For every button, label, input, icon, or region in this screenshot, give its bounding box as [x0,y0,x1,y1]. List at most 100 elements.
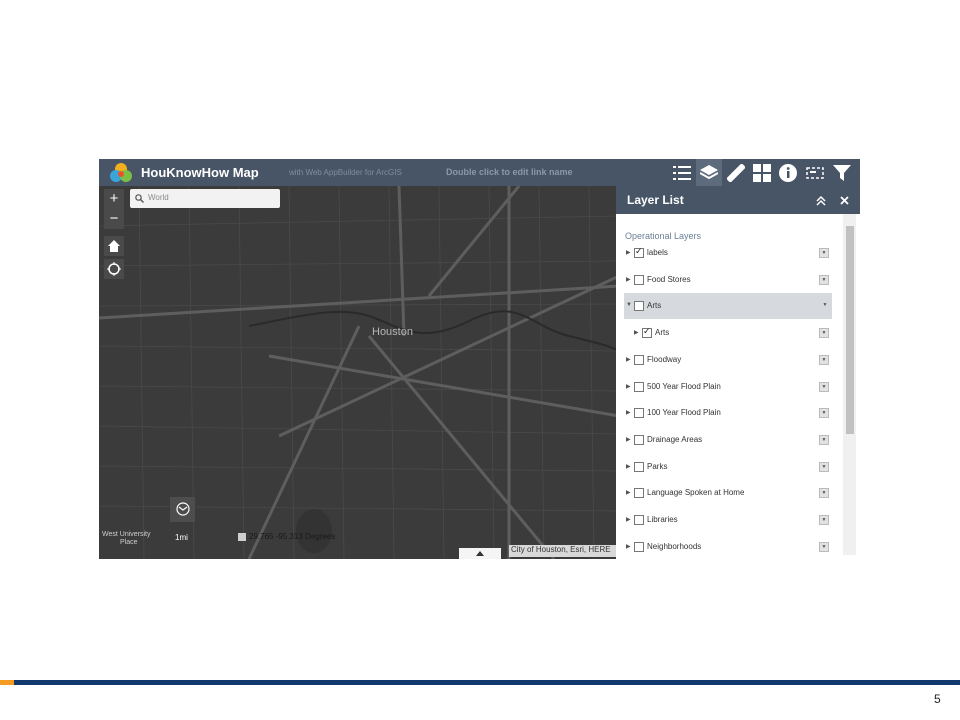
layer-label: Parks [647,461,668,471]
measure-icon [727,163,745,182]
layer-checkbox[interactable] [634,488,644,499]
measurement-tool-button[interactable] [723,159,749,186]
select-tool-button[interactable] [802,159,828,186]
layer-checkbox[interactable]: ✓ [634,246,644,258]
panel-scrollbar[interactable] [843,214,856,555]
layer-menu-icon[interactable]: ▼ [819,381,829,392]
layer-label: Neighborhoods [647,541,702,551]
app-logo-icon [110,163,132,182]
expand-right-icon[interactable]: ▶ [626,489,631,496]
basemap-gallery-button[interactable] [749,159,775,186]
expand-right-icon[interactable]: ▶ [626,356,631,363]
layer-checkbox[interactable] [634,354,644,365]
about-button[interactable] [775,159,801,186]
app-title: HouKnowHow Map [141,165,259,180]
expand-right-icon[interactable]: ▶ [626,463,631,470]
layer-checkbox[interactable] [634,515,644,525]
layer-checkbox[interactable] [634,274,644,285]
zoom-out-button[interactable]: − [104,209,124,229]
layer-label: 500 Year Flood Plain [647,381,721,391]
expand-right-icon[interactable]: ▶ [626,409,631,416]
expand-right-icon[interactable]: ▶ [626,249,631,256]
my-location-button[interactable] [104,259,124,279]
home-icon [108,240,120,252]
slide-footer-accent [0,680,14,685]
layer-list-tool-button[interactable] [669,159,695,186]
edit-link-name[interactable]: Double click to edit link name [446,167,573,177]
layer-label: Food Stores [647,274,691,284]
search-input[interactable]: World [130,189,280,208]
map-attribution: City of Houston, Esri, HERE [509,545,619,557]
home-button[interactable] [104,236,124,256]
scale-bar: 1mi [175,533,188,542]
map-place-label: West University [102,531,151,538]
layer-menu-icon[interactable]: ▼ [819,515,829,525]
layer-row[interactable]: ▶ Libraries ▼ [624,507,832,533]
layer-menu-icon[interactable]: ▼ [819,328,829,339]
coordinate-readout: 29.765 -95.313 Degrees [249,532,336,541]
close-icon[interactable] [840,196,849,205]
layer-row[interactable]: ▶ Neighborhoods ▼ [624,534,832,559]
web-app: HouKnowHow Map with Web AppBuilder for A… [99,159,860,559]
layer-row[interactable]: ▶ Food Stores ▼ [624,267,832,293]
layer-menu-icon[interactable]: ▼ [819,408,829,419]
panel-title: Layer List [627,193,684,207]
layer-label: Floodway [647,354,682,364]
expand-right-icon[interactable]: ▶ [626,276,631,283]
filter-icon [833,164,851,181]
layer-row[interactable]: ▶ 500 Year Flood Plain ▼ [624,374,832,400]
expand-right-icon[interactable]: ▶ [626,543,631,550]
layer-menu-icon[interactable]: ▼ [819,248,829,258]
filter-tool-button[interactable] [829,159,855,186]
coordinate-icon [238,533,246,541]
expand-right-icon[interactable]: ▶ [634,329,639,336]
map-city-label: Houston [372,326,413,338]
search-placeholder: World [148,193,169,202]
scrollbar-thumb[interactable] [846,226,854,434]
layer-menu-icon[interactable]: ▼ [819,354,829,365]
expand-right-icon[interactable]: ▶ [626,383,631,390]
layer-checkbox[interactable] [634,461,644,472]
checkmark-icon: ✓ [643,326,651,337]
layer-checkbox[interactable] [634,408,644,419]
layer-row[interactable]: ▶ 100 Year Flood Plain ▼ [624,400,832,426]
layers-tool-button[interactable] [696,159,722,186]
layer-checkbox[interactable] [634,541,644,552]
layer-checkbox[interactable] [634,381,644,392]
layer-menu-icon[interactable]: ▼ [821,301,829,309]
layer-list-panel: Layer List Operational Layers ▶ ✓ labels ▼ ▶… [616,186,860,559]
layer-checkbox[interactable]: ✓ [642,326,652,339]
layer-row[interactable]: ▶ ✓ Arts ▼ [624,320,832,346]
layer-label: Arts [647,301,662,311]
layer-row[interactable]: ▶ Parks ▼ [624,454,832,480]
attribute-table-toggle[interactable] [459,548,501,559]
layer-row[interactable]: ▶ Floodway ▼ [624,347,832,373]
layer-checkbox[interactable] [634,434,644,445]
list-icon [673,165,691,180]
overview-toggle-button[interactable] [170,497,195,522]
layer-row[interactable]: ▶ ✓ labels ▼ [624,240,832,266]
layer-label: Language Spoken at Home [647,488,745,498]
layer-menu-icon[interactable]: ▼ [819,434,829,445]
chevron-up-icon [476,551,484,556]
expand-right-icon[interactable]: ▶ [626,436,631,443]
layer-menu-icon[interactable]: ▼ [819,461,829,472]
layer-checkbox[interactable] [634,301,644,312]
layer-row[interactable]: ▶ Drainage Areas ▼ [624,427,832,453]
expand-right-icon[interactable]: ▶ [626,516,631,523]
layer-menu-icon[interactable]: ▼ [819,541,829,552]
collapse-icon[interactable] [816,196,826,206]
expand-down-icon[interactable]: ▼ [626,302,632,308]
info-icon [779,163,797,182]
app-header: HouKnowHow Map with Web AppBuilder for A… [99,159,860,186]
layer-label: 100 Year Flood Plain [647,408,721,418]
layer-menu-icon[interactable]: ▼ [819,488,829,499]
app-subtitle: with Web AppBuilder for ArcGIS [289,168,402,177]
layer-menu-icon[interactable]: ▼ [819,274,829,285]
panel-header: Layer List [616,186,860,214]
page-number: 5 [934,692,941,706]
map-place-label: Place [120,539,138,546]
layer-row[interactable]: ▶ Language Spoken at Home ▼ [624,480,832,506]
layer-row[interactable]: ▼ Arts ▼ [624,293,832,320]
zoom-in-button[interactable]: + [104,189,124,209]
